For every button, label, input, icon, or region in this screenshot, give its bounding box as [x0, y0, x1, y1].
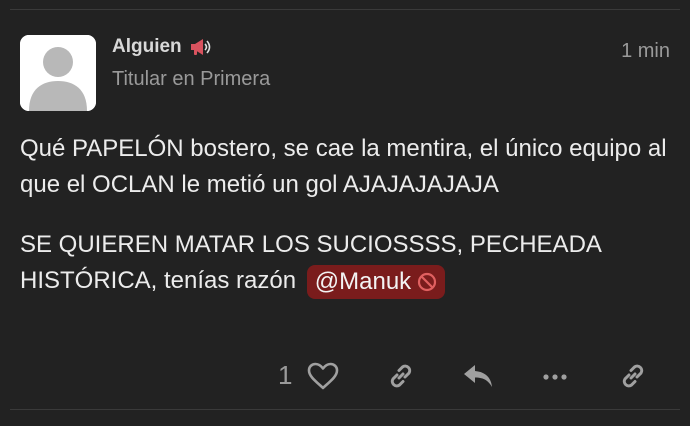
top-divider [10, 9, 680, 10]
author-name[interactable]: Alguien [112, 36, 182, 58]
post-paragraph-1: Qué PAPELÓN bostero, se cae la mentira, … [20, 135, 667, 198]
post-body: Qué PAPELÓN bostero, se cae la mentira, … [20, 131, 680, 299]
post-time[interactable]: 1 min [621, 40, 670, 63]
share-link-icon [622, 364, 644, 388]
more-options-button[interactable] [537, 358, 573, 394]
user-mention[interactable]: @Manuk [306, 264, 446, 299]
reply-button[interactable] [460, 358, 496, 394]
link-icon [390, 364, 412, 388]
avatar[interactable] [20, 35, 96, 111]
reply-icon [464, 365, 492, 387]
bottom-divider [10, 409, 680, 410]
post-paragraph-2: SE QUIEREN MATAR LOS SUCIOSSSS, PECHEADA… [20, 227, 680, 299]
like-count: 1 [278, 360, 293, 390]
author-title: Titular en Primera [112, 68, 271, 90]
copy-link-button[interactable] [383, 358, 419, 394]
default-avatar-icon [20, 35, 96, 111]
no-entry-icon [417, 272, 437, 292]
author-row: Alguien [112, 36, 212, 58]
mention-label: @Manuk [314, 267, 412, 295]
heart-icon [307, 362, 339, 390]
megaphone-icon [188, 37, 212, 57]
post-actions: 1 [0, 358, 690, 398]
like-button[interactable] [305, 358, 341, 394]
share-button[interactable] [615, 358, 651, 394]
more-icon [543, 374, 567, 380]
